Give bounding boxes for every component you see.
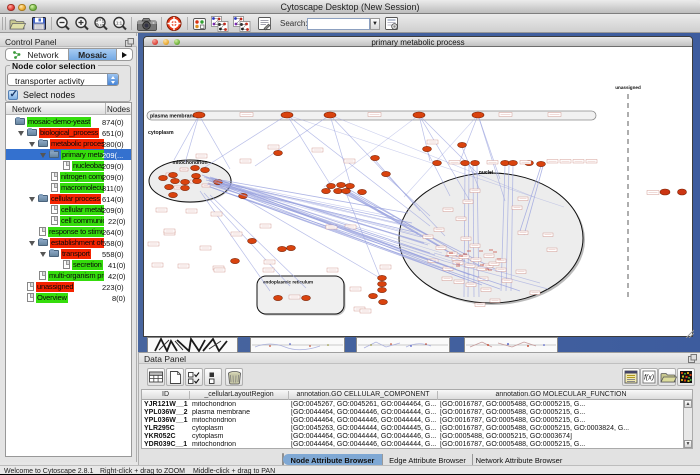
svg-text:f(x): f(x) [644,375,654,382]
svg-text:mitochondrion: mitochondrion [173,160,208,166]
svg-text:1:1: 1:1 [116,21,123,26]
svg-text:plasma membrane: plasma membrane [150,114,196,120]
svg-text:unassigned: unassigned [615,85,641,90]
svg-text:cytoplasm: cytoplasm [148,130,174,136]
svg-text:nuclei: nuclei [479,170,494,176]
